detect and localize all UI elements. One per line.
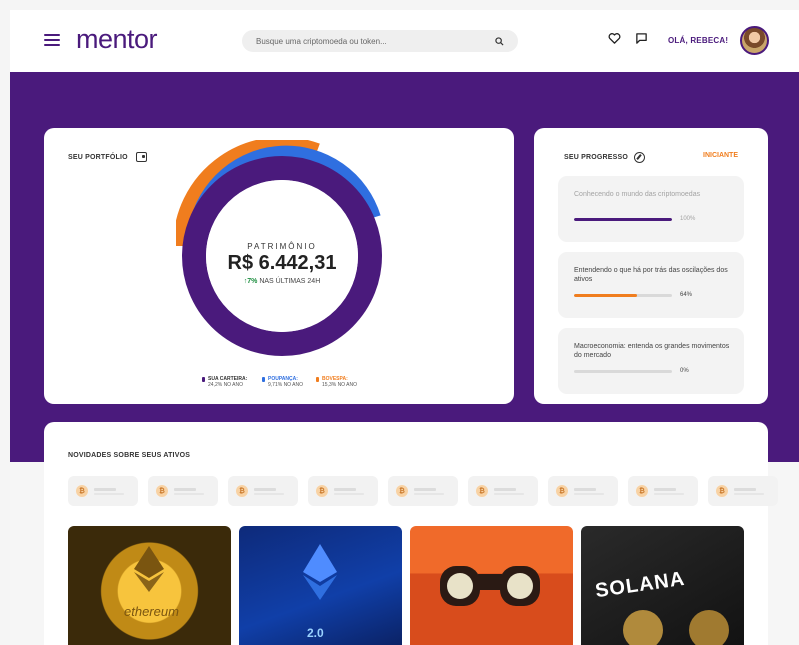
progress-title: SEU PROGRESSO [564, 154, 629, 161]
course-card[interactable]: Conhecendo o mundo das criptomoedas 100% [558, 176, 744, 242]
search-bar[interactable]: Busque uma criptomoeda ou token... [242, 30, 518, 52]
asset-chip[interactable]: ₿ [308, 476, 378, 506]
bitcoin-icon: ₿ [716, 485, 728, 497]
portfolio-title: SEU PORTFÓLIO [68, 153, 128, 161]
legend-bovespa: BOVESPA: 15,3% NO ANO [316, 376, 357, 388]
course-title: Entendendo o que há por trás das oscilaç… [574, 267, 728, 283]
ethereum-logo [134, 546, 164, 592]
logo[interactable]: mentor [76, 24, 158, 55]
legend-poupanca: POUPANÇA: 9,71% NO ANO [262, 376, 303, 388]
course-percent: 64% [680, 292, 693, 298]
bitcoin-icon: ₿ [316, 485, 328, 497]
course-title: Macroeconomia: entenda os grandes movime… [574, 343, 730, 359]
course-progress-bar [574, 369, 672, 373]
greeting[interactable]: OLÁ, REBECA! [668, 36, 728, 45]
news-thumb-caption: SOLANA [593, 567, 687, 603]
binoculars-illustration [440, 566, 540, 606]
legend-bovespa-sub: 15,3% NO ANO [322, 382, 358, 388]
news-thumb-binoculars[interactable] [410, 526, 573, 645]
asset-chip[interactable]: ₿ [388, 476, 458, 506]
progress-card: SEU PROGRESSO INICIANTE Conhecendo o mun… [534, 128, 768, 404]
bitcoin-icon: ₿ [236, 485, 248, 497]
legend-poupanca-sub: 9,71% NO ANO [268, 382, 304, 388]
legend-carteira: SUA CARTEIRA: 24,2% NO ANO [202, 376, 247, 388]
wallet-icon[interactable] [135, 152, 147, 162]
coins-illustration [623, 610, 729, 645]
course-title: Conhecendo o mundo das criptomoedas [574, 191, 701, 198]
asset-chip[interactable]: ₿ [468, 476, 538, 506]
course-progress-fill [574, 217, 672, 221]
asset-chip[interactable]: ₿ [548, 476, 618, 506]
news-thumb-solana[interactable]: SOLANA [581, 526, 744, 645]
news-thumb-ethereum[interactable]: ethereum [68, 526, 231, 645]
avatar[interactable] [740, 26, 769, 55]
news-thumb-eth2[interactable]: 2.0 [239, 526, 402, 645]
progress-header: SEU PROGRESSO [564, 152, 646, 163]
asset-chip[interactable]: ₿ [708, 476, 778, 506]
course-progress-bar [574, 293, 672, 297]
course-card[interactable]: Entendendo o que há por trás das oscilaç… [558, 252, 744, 318]
portfolio-header: SEU PORTFÓLIO [68, 152, 147, 162]
bitcoin-icon: ₿ [396, 485, 408, 497]
ethereum-logo [303, 544, 337, 600]
level-badge[interactable]: INICIANTE [703, 152, 738, 159]
search-icon[interactable] [495, 36, 504, 46]
bitcoin-icon: ₿ [636, 485, 648, 497]
app-frame: mentor Busque uma criptomoeda ou token..… [10, 10, 799, 645]
chat-icon[interactable] [635, 32, 648, 45]
asset-chips: ₿ ₿ ₿ ₿ ₿ ₿ ₿ ₿ ₿ [68, 476, 778, 508]
news-thumb-caption: ethereum [124, 604, 179, 619]
asset-chip[interactable]: ₿ [228, 476, 298, 506]
search-input[interactable]: Busque uma criptomoeda ou token... [256, 37, 495, 46]
asset-chip[interactable]: ₿ [628, 476, 698, 506]
top-bar: mentor Busque uma criptomoeda ou token..… [10, 10, 799, 72]
news-card: NOVIDADES SOBRE SEUS ATIVOS ₿ ₿ ₿ ₿ ₿ ₿ … [44, 422, 778, 645]
news-thumb-caption: 2.0 [307, 626, 324, 640]
course-percent: 0% [680, 368, 689, 374]
portfolio-card: SEU PORTFÓLIO PATRIMÔNIO R$ 6.442,31 ↑7%… [44, 128, 514, 404]
course-progress-fill [574, 293, 637, 297]
course-card[interactable]: Macroeconomia: entenda os grandes movime… [558, 328, 744, 394]
bitcoin-icon: ₿ [76, 485, 88, 497]
portfolio-donut [176, 140, 382, 356]
news-title: NOVIDADES SOBRE SEUS ATIVOS [68, 452, 191, 459]
compass-icon[interactable] [634, 152, 646, 163]
bitcoin-icon: ₿ [156, 485, 168, 497]
asset-chip[interactable]: ₿ [148, 476, 218, 506]
bitcoin-icon: ₿ [556, 485, 568, 497]
bitcoin-icon: ₿ [476, 485, 488, 497]
top-icons [608, 32, 648, 45]
legend-carteira-sub: 24,2% NO ANO [208, 382, 244, 388]
menu-icon[interactable] [44, 34, 60, 46]
course-progress-bar [574, 217, 672, 221]
heart-icon[interactable] [608, 32, 621, 45]
course-percent: 100% [680, 216, 696, 222]
asset-chip[interactable]: ₿ [68, 476, 138, 506]
news-thumbnails: ethereum 2.0 SOLANA [68, 526, 744, 645]
